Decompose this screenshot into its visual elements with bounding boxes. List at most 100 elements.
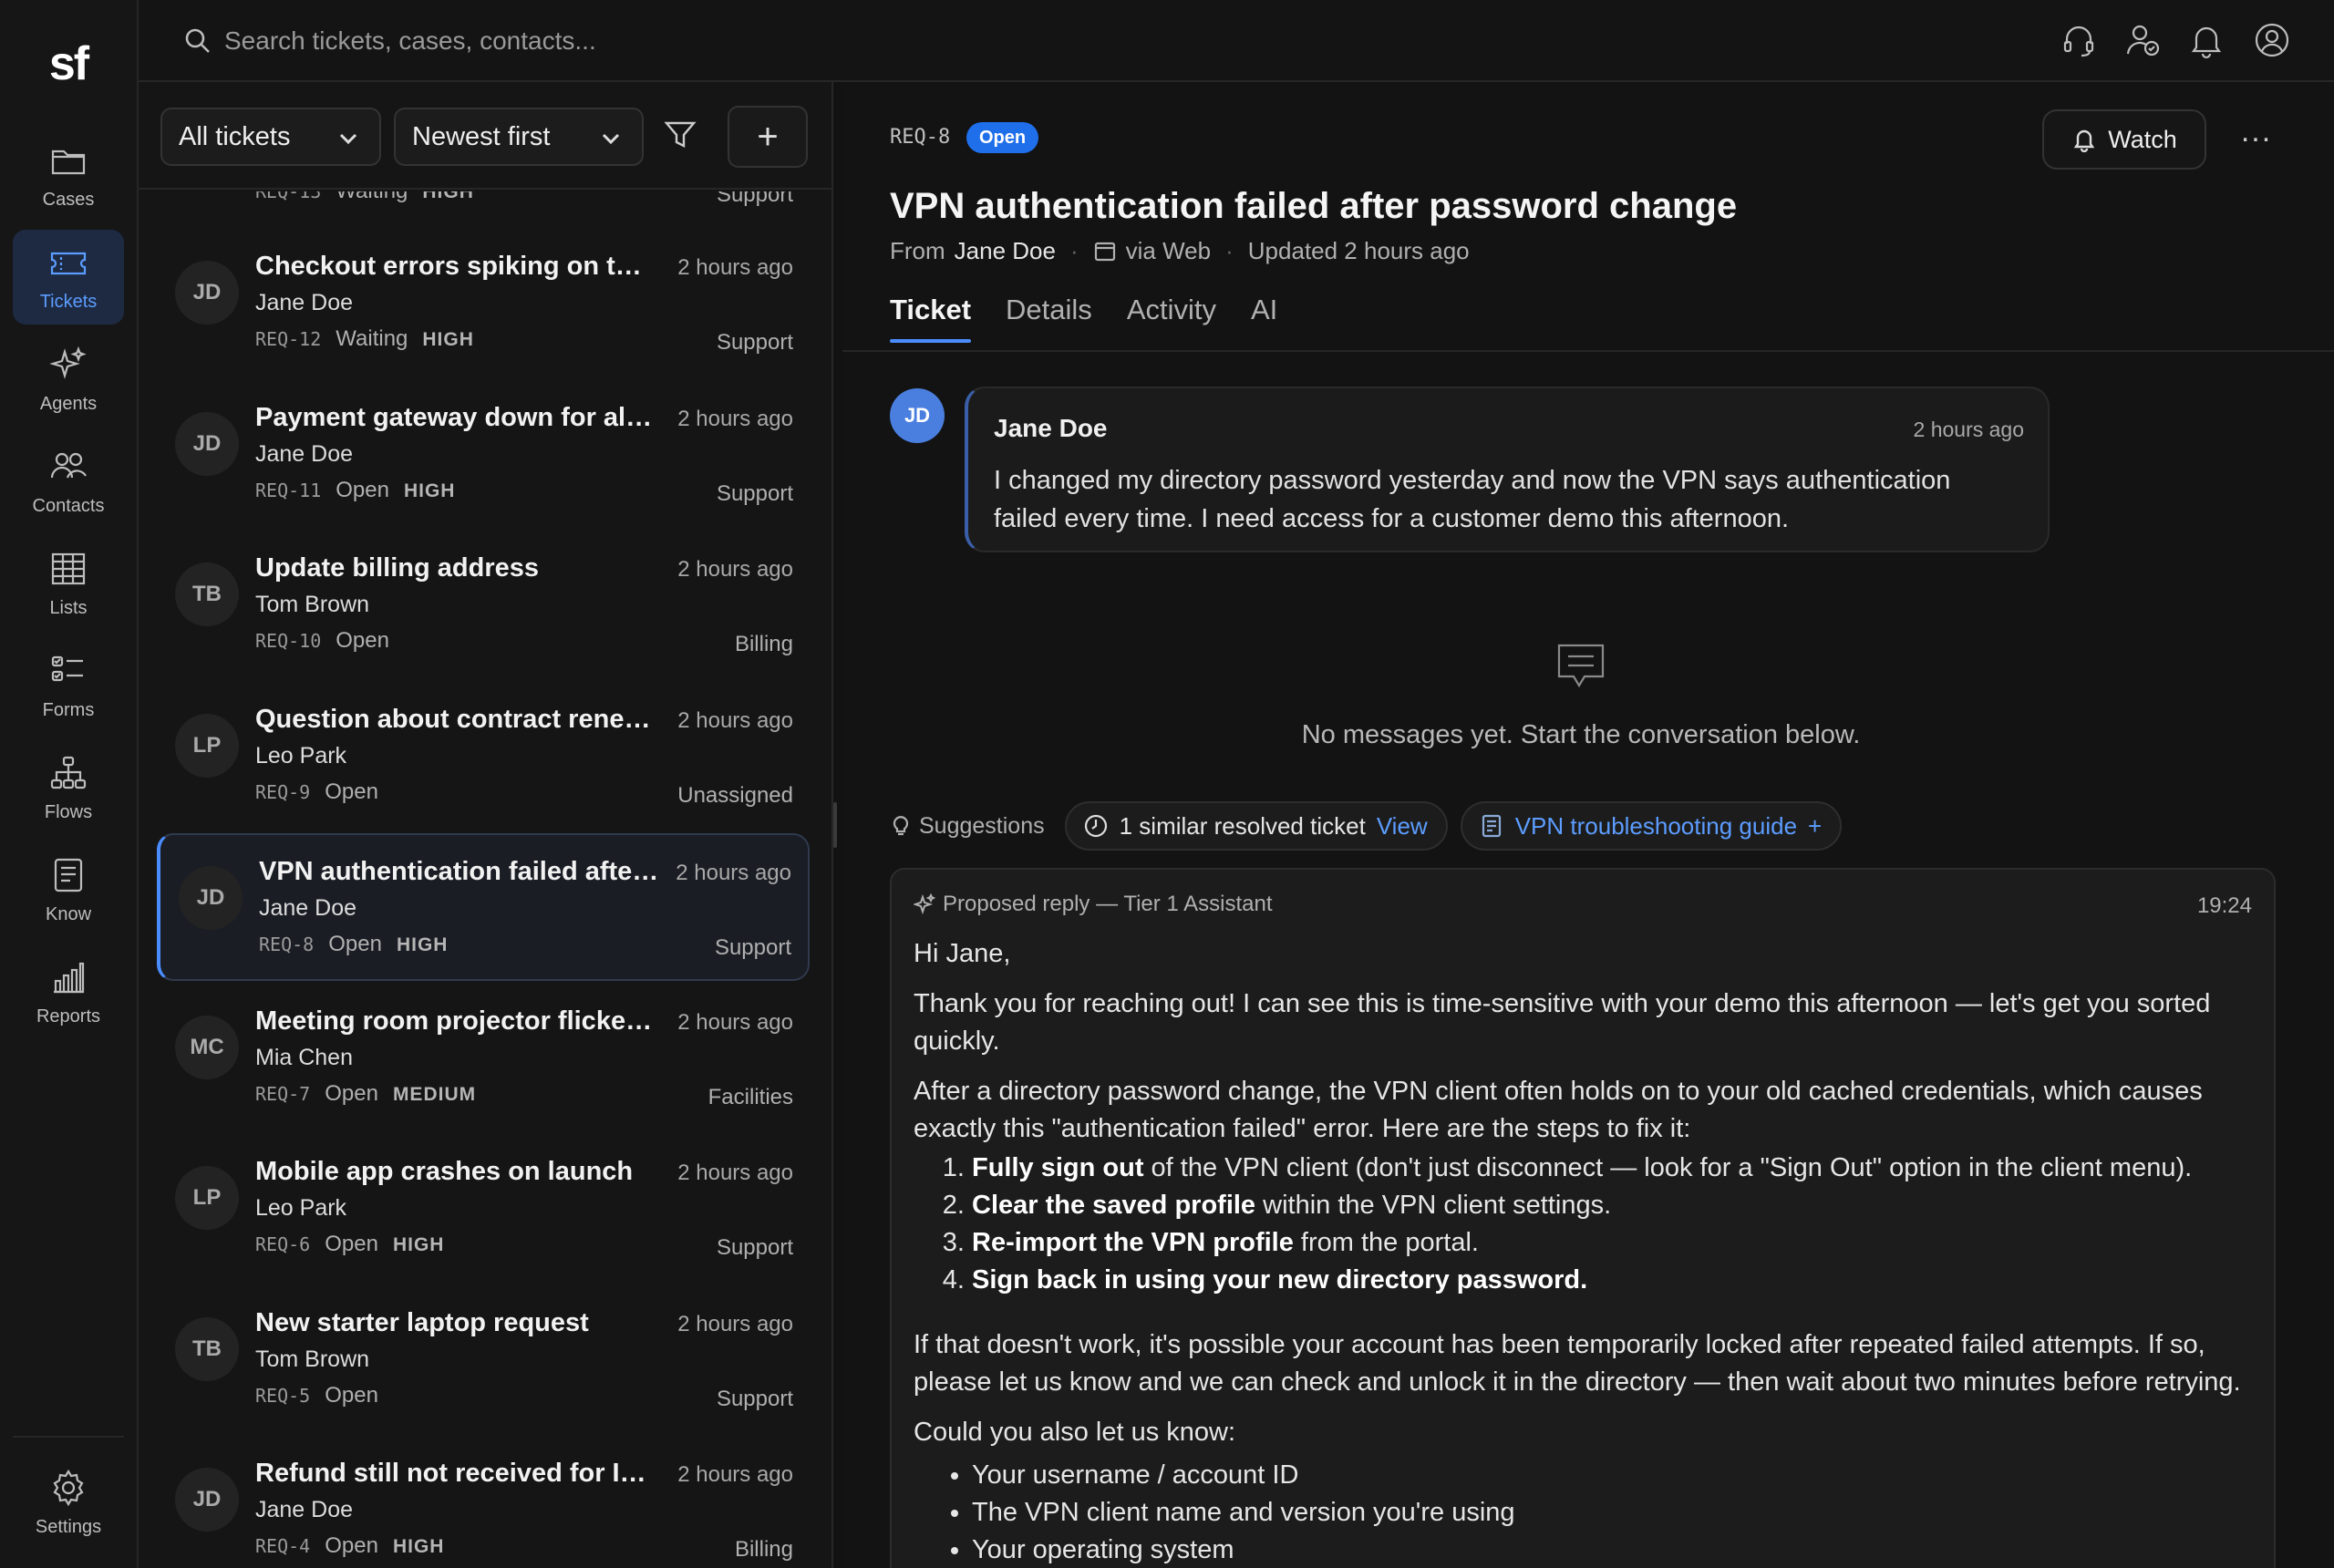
ticket-row[interactable]: JD Checkout errors spiking on the E... 2 h… — [157, 230, 810, 377]
tab-activity[interactable]: Activity — [1127, 294, 1216, 343]
headset-icon — [2063, 26, 2094, 57]
nav-know[interactable]: Know — [13, 842, 124, 937]
nav-label: Know — [45, 903, 92, 924]
nav-rail: sf Cases Tickets Agents Contacts Lists F… — [0, 0, 139, 1568]
ticket-title: Question about contract renewa... — [255, 704, 656, 734]
view-similar-link[interactable]: View — [1377, 812, 1428, 841]
sort-dropdown[interactable]: Newest first — [394, 108, 644, 166]
nav-lists[interactable]: Lists — [13, 536, 124, 631]
ticket-meta: REQ-13 Waiting HIGH — [255, 191, 474, 204]
ticket-requester: Jane Doe — [259, 895, 357, 921]
nav-label: Agents — [39, 393, 98, 414]
ticket-id: REQ-12 — [255, 328, 322, 350]
watch-button[interactable]: Watch — [2042, 109, 2206, 170]
reply-bullet: Your username / account ID — [972, 1457, 2254, 1494]
filter-button[interactable] — [662, 117, 702, 157]
ticket-id: REQ-8 — [890, 126, 951, 149]
nav-flows[interactable]: Flows — [13, 740, 124, 835]
profile-button[interactable] — [2252, 20, 2292, 60]
ticket-row[interactable]: JD VPN authentication failed after p... 2 … — [157, 833, 810, 981]
avatar: JD — [175, 261, 239, 325]
chevron-down-icon — [602, 133, 620, 145]
message-time: 2 hours ago — [1913, 418, 2024, 441]
avatar: LP — [175, 713, 239, 778]
ticket-time: 2 hours ago — [677, 1462, 793, 1487]
nav-label: Settings — [35, 1516, 102, 1537]
filter-value: All tickets — [179, 121, 291, 151]
watch-label: Watch — [2108, 125, 2177, 153]
ticket-status: Open — [336, 477, 389, 502]
from-prefix: From — [890, 237, 945, 264]
ticket-row[interactable]: TB New starter laptop request 2 hours ago T… — [157, 1286, 810, 1434]
ticket-row[interactable]: LP Mobile app crashes on launch 2 hours ag… — [157, 1135, 810, 1283]
suggestions-row: Suggestions 1 similar resolved ticket Vi… — [890, 800, 1843, 851]
ticket-department: Billing — [734, 632, 793, 656]
ticket-time: 2 hours ago — [677, 255, 793, 280]
ticket-row[interactable]: TB Update billing address 2 hours ago Tom B… — [157, 531, 810, 679]
reply-body[interactable]: Hi Jane, Thank you for reaching out! I c… — [914, 935, 2254, 1568]
more-options-button[interactable]: ... — [2234, 116, 2279, 159]
ticket-time: 2 hours ago — [677, 1009, 793, 1035]
agent-status-button[interactable] — [2122, 20, 2163, 60]
ticket-title: Payment gateway down for all c... — [255, 402, 656, 432]
nav-agents[interactable]: Agents — [13, 332, 124, 427]
ticket-title: Update billing address — [255, 553, 539, 583]
tab-ai[interactable]: AI — [1251, 294, 1277, 343]
app-logo: sf — [48, 37, 89, 90]
ticket-title: New starter laptop request — [255, 1307, 589, 1337]
similar-ticket-text: 1 similar resolved ticket — [1119, 811, 1366, 840]
reply-bullet: The VPN client name and version you're u… — [972, 1494, 2254, 1532]
ticket-status: Open — [325, 1080, 378, 1106]
ticket-requester: Leo Park — [255, 742, 347, 769]
nav-contacts[interactable]: Contacts — [13, 434, 124, 529]
separator: · — [1069, 237, 1079, 264]
top-bar — [139, 0, 2334, 82]
nav-label: Tickets — [39, 291, 98, 312]
nav-settings[interactable]: Settings — [13, 1455, 124, 1550]
add-guide-button[interactable]: + — [1808, 812, 1822, 841]
ticket-requester: Leo Park — [255, 1195, 347, 1221]
status-badge: Open — [966, 122, 1039, 153]
ticket-status: Waiting — [336, 326, 408, 351]
reply-step: Fully sign out of the VPN client (don't … — [972, 1150, 2254, 1187]
ticket-id: REQ-9 — [255, 780, 311, 803]
nav-cases[interactable]: Cases — [13, 128, 124, 222]
tab-details[interactable]: Details — [1006, 294, 1092, 343]
nav-reports[interactable]: Reports — [13, 944, 124, 1039]
clock-icon — [1084, 814, 1107, 838]
reply-greeting: Hi Jane, — [914, 939, 1011, 968]
ticket-id: REQ-4 — [255, 1535, 311, 1557]
message-body: I changed my directory password yesterda… — [994, 466, 1951, 533]
nav-label: Reports — [36, 1006, 101, 1026]
ticket-department: Facilities — [707, 1084, 793, 1109]
ticket-filter-dropdown[interactable]: All tickets — [160, 108, 381, 166]
ticket-row[interactable]: MC Meeting room projector flickering 2 hou… — [157, 985, 810, 1132]
ticket-row[interactable]: LP Question about contract renewa... 2 hou… — [157, 683, 810, 830]
search-icon — [185, 28, 210, 53]
tab-ticket[interactable]: Ticket — [890, 294, 972, 343]
document-icon — [54, 858, 83, 892]
ticket-meta: REQ-7 Open MEDIUM — [255, 1081, 476, 1107]
support-headset-button[interactable] — [2059, 20, 2099, 60]
ticket-row[interactable]: JD Refund still not received for INV-... 2… — [157, 1437, 810, 1568]
ticket-meta: REQ-4 Open HIGH — [255, 1533, 444, 1559]
nav-forms[interactable]: Forms — [13, 638, 124, 733]
reply-step: Re-import the VPN profile from the porta… — [972, 1224, 2254, 1262]
resize-handle[interactable] — [833, 802, 837, 848]
requester-name[interactable]: Jane Doe — [955, 237, 1056, 265]
ticket-status: Open — [325, 1232, 378, 1256]
user-circle-icon — [2255, 23, 2289, 57]
ticket-department: Billing — [734, 1537, 793, 1562]
ticket-row-partial[interactable]: REQ-13 Waiting HIGH Support — [157, 191, 810, 230]
ticket-status: Open — [325, 779, 378, 804]
message-author: Jane Doe — [994, 414, 1108, 442]
similar-ticket-chip[interactable]: 1 similar resolved ticket View — [1064, 801, 1448, 851]
add-ticket-button[interactable]: + — [728, 106, 808, 168]
guide-chip[interactable]: VPN troubleshooting guide + — [1460, 801, 1843, 851]
ticket-row[interactable]: JD Payment gateway down for all c... 2 hou… — [157, 381, 810, 529]
notifications-button[interactable] — [2186, 20, 2226, 60]
ticket-title: Mobile app crashes on launch — [255, 1157, 634, 1186]
nav-tickets[interactable]: Tickets — [13, 230, 124, 325]
reply-source: Proposed reply — Tier 1 Assistant — [943, 892, 1273, 916]
search-input[interactable] — [224, 22, 1045, 60]
